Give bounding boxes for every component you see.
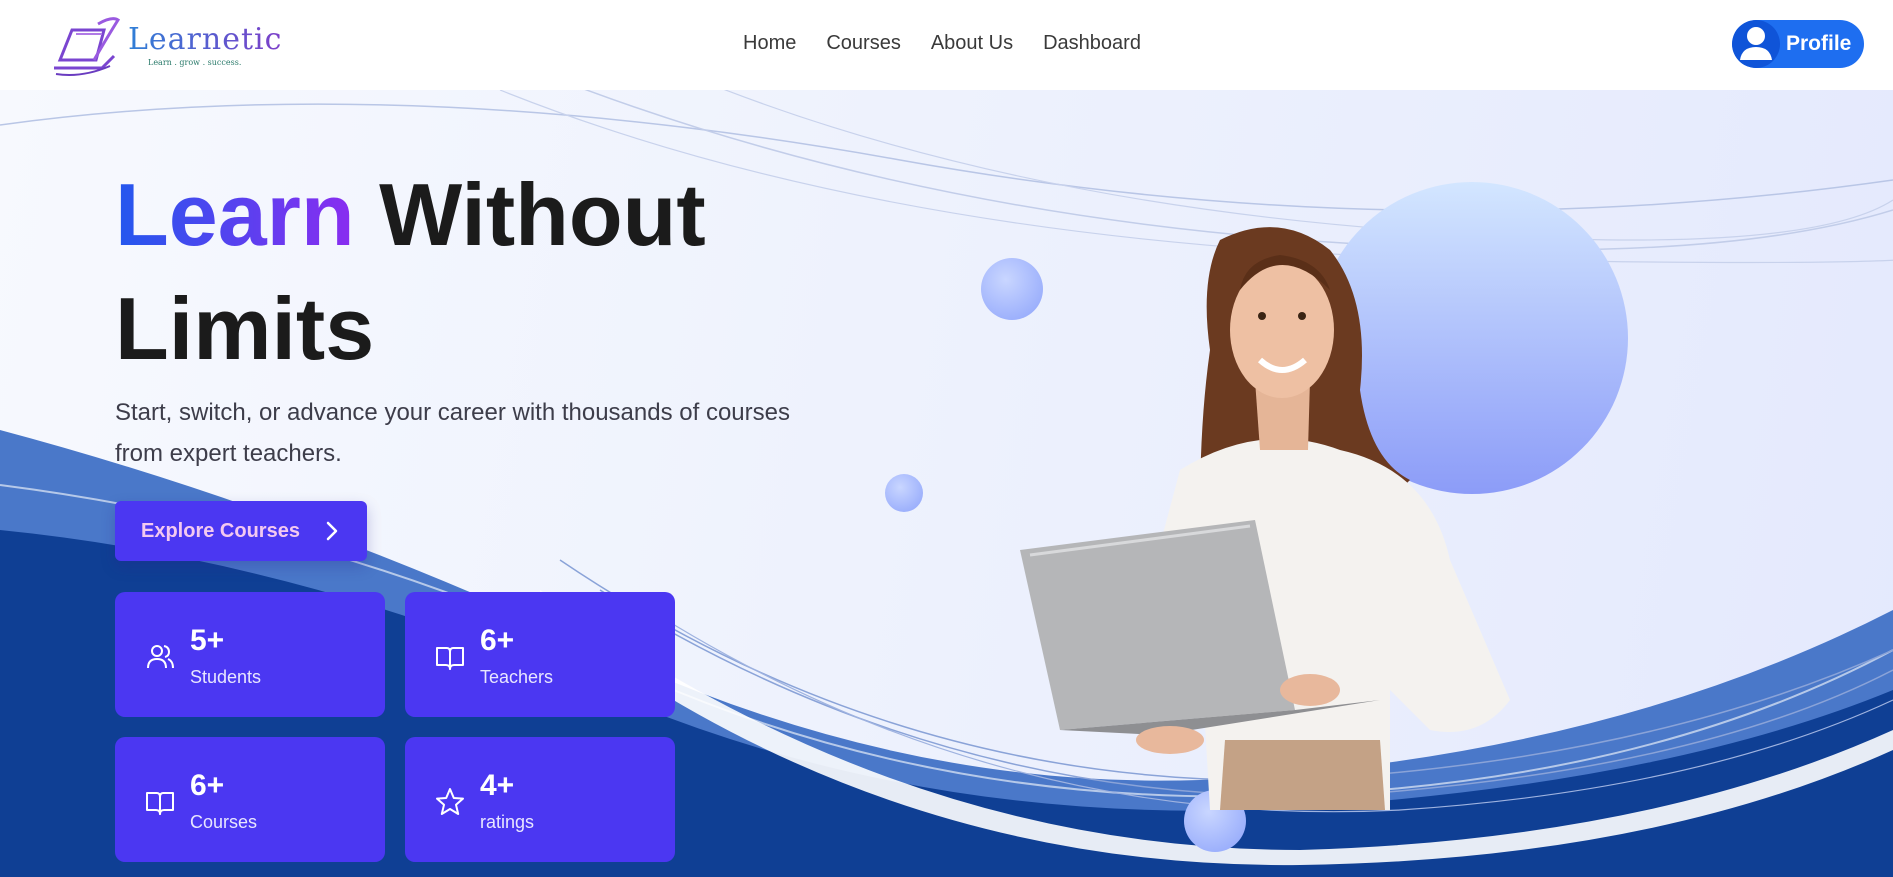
stat-value: 5+ [190, 624, 225, 657]
chevron-right-icon [326, 521, 338, 541]
explore-courses-button[interactable]: Explore Courses [115, 501, 367, 561]
stat-label: Courses [190, 812, 258, 832]
nav-courses[interactable]: Courses [826, 32, 900, 55]
profile-button[interactable]: Profile [1732, 20, 1864, 68]
stat-card-ratings: 4+ ratings [405, 737, 675, 862]
logo[interactable]: Learnetic Learn . grow . success. [52, 16, 281, 78]
hero-section: Learn Without Limits Start, switch, or a… [0, 90, 1893, 877]
brand-tagline: Learn . grow . success. [148, 58, 242, 67]
laptop-logo-icon [54, 17, 121, 76]
stat-label: ratings [480, 812, 535, 832]
stat-card-courses: 6+ Courses [115, 737, 385, 862]
stat-card-teachers: 6+ Teachers [405, 592, 675, 717]
hero-title-highlight: Learn [115, 165, 355, 264]
stat-value: 6+ [190, 769, 225, 802]
nav-dashboard[interactable]: Dashboard [1043, 32, 1141, 55]
woman-with-laptop-image [1020, 227, 1510, 810]
profile-label: Profile [1786, 32, 1852, 55]
stat-label: Teachers [480, 667, 554, 687]
hero-title: Learn Without Limits [115, 158, 815, 386]
decor-bubble [885, 474, 923, 512]
explore-courses-label: Explore Courses [141, 519, 300, 542]
stat-value: 6+ [480, 624, 515, 657]
stat-card-students: 5+ Students [115, 592, 385, 717]
book-open-icon [436, 647, 464, 670]
brand-name: Learnetic [128, 22, 283, 57]
book-open-icon [146, 792, 174, 815]
hero-subtitle: Start, switch, or advance your career wi… [115, 399, 790, 467]
users-icon [147, 645, 174, 669]
site-header: Learnetic Learn . grow . success. Home C… [0, 0, 1893, 90]
main-nav: Home Courses About Us Dashboard [743, 32, 1141, 55]
nav-about-us[interactable]: About Us [931, 32, 1013, 55]
star-icon [436, 788, 464, 815]
stat-label: Students [190, 667, 262, 687]
user-icon [1732, 20, 1780, 68]
stat-value: 4+ [480, 769, 515, 802]
nav-home[interactable]: Home [743, 32, 796, 55]
